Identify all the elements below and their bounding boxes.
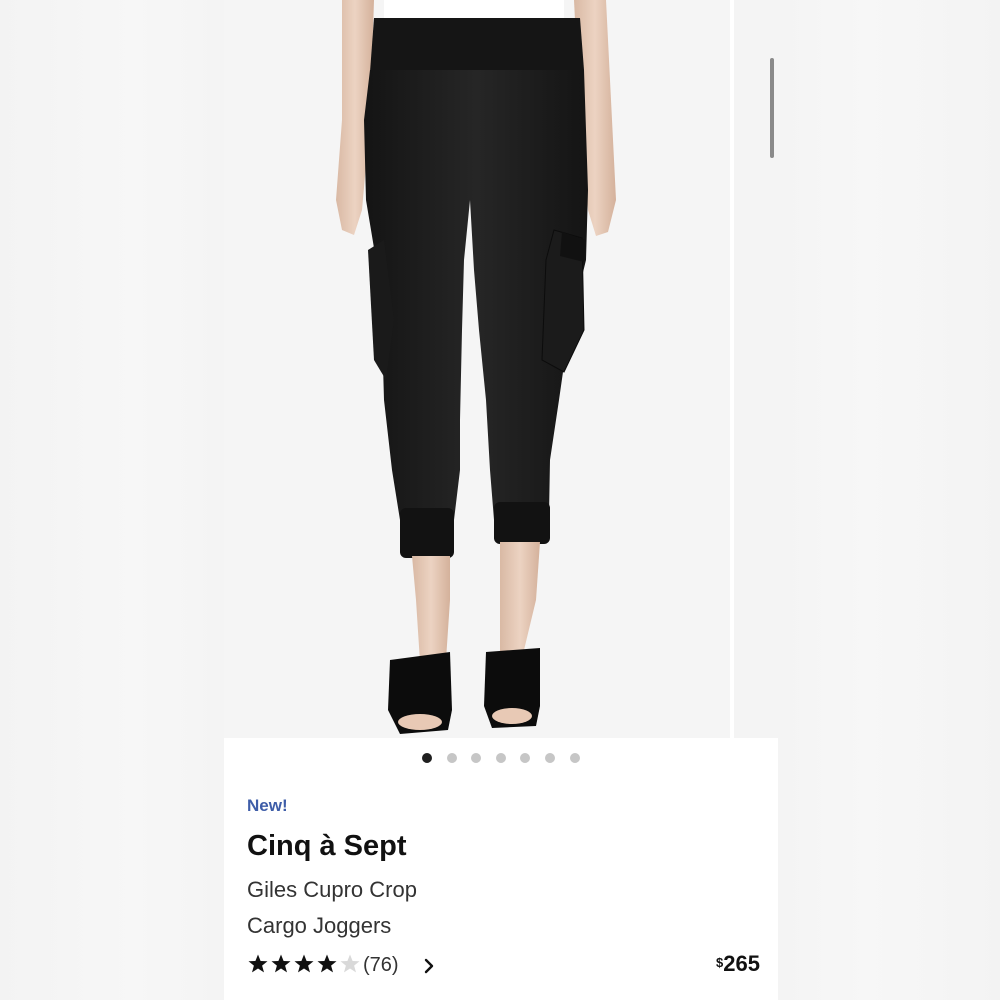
- review-count[interactable]: (76): [363, 954, 399, 977]
- carousel-dot[interactable]: [495, 753, 506, 763]
- product-photo: [224, 0, 730, 738]
- brand-name[interactable]: Cinq à Sept: [247, 830, 407, 863]
- product-name-line-2[interactable]: Cargo Joggers: [247, 913, 391, 939]
- image-carousel[interactable]: [224, 0, 778, 738]
- background-right: [778, 0, 1000, 1000]
- star-empty-icon: [340, 954, 360, 973]
- star-filled-icon: [294, 954, 314, 973]
- product-image[interactable]: [224, 0, 730, 738]
- carousel-dot[interactable]: [569, 753, 580, 763]
- price-amount: 265: [723, 951, 760, 976]
- new-badge: New!: [247, 796, 288, 815]
- chevron-right-icon[interactable]: [419, 956, 439, 976]
- price-currency: $: [716, 955, 724, 970]
- carousel-dot[interactable]: [520, 753, 531, 763]
- carousel-indicator[interactable]: [224, 751, 778, 765]
- scrollbar[interactable]: [770, 58, 774, 158]
- carousel-dot[interactable]: [471, 753, 482, 763]
- star-filled-icon: [271, 954, 291, 973]
- star-filled-icon: [248, 954, 268, 973]
- star-rating[interactable]: [247, 953, 362, 979]
- star-filled-icon: [317, 954, 337, 973]
- carousel-dot[interactable]: [422, 753, 432, 763]
- carousel-dot[interactable]: [545, 753, 555, 763]
- product-card: New! Cinq à Sept Giles Cupro Crop Cargo …: [224, 0, 778, 1000]
- product-name-line-1[interactable]: Giles Cupro Crop: [247, 877, 417, 903]
- background-left: [0, 0, 224, 1000]
- carousel-dot[interactable]: [446, 753, 457, 763]
- rating-row[interactable]: (76) $265: [247, 951, 767, 983]
- price: $265: [702, 951, 760, 981]
